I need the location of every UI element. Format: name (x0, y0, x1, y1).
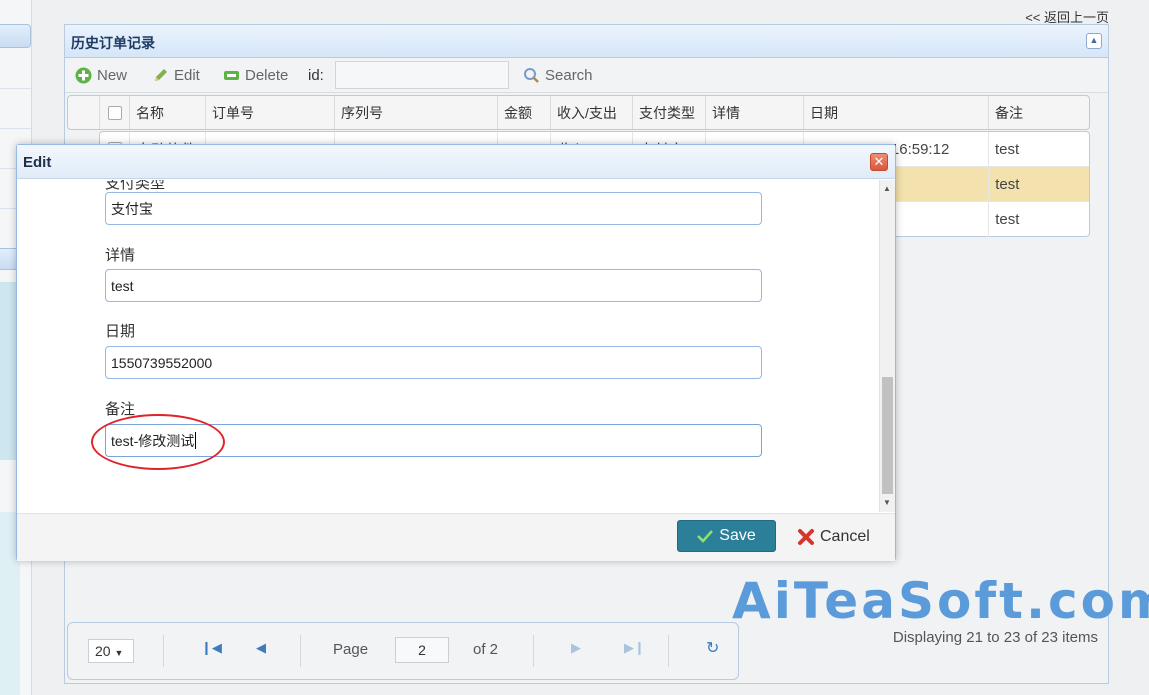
details-label: 详情 (105, 247, 136, 264)
col-header-remark[interactable]: 备注 (989, 96, 1089, 129)
last-page-icon[interactable]: ▶❙ (624, 640, 645, 656)
col-header-payment-type[interactable]: 支付类型 (633, 96, 706, 129)
first-page-icon[interactable]: ❙◀ (201, 640, 222, 656)
page-size-value: 20 (95, 643, 111, 659)
dialog-scrollbar[interactable]: ▲ ▼ (879, 180, 895, 512)
left-sidebar-header (0, 24, 31, 48)
col-header-income-expense[interactable]: 收入/支出 (551, 96, 633, 129)
page-size-select[interactable]: 20 ▼ (88, 639, 134, 663)
check-icon (697, 530, 714, 543)
watermark-logo: AiTeaSoft.com (732, 572, 1149, 630)
dialog-header: Edit ✕ (17, 145, 895, 179)
select-all-checkbox[interactable] (100, 96, 130, 129)
annotation-circle (91, 414, 225, 470)
new-label: New (97, 67, 128, 84)
collapse-button[interactable]: ▲ (1086, 33, 1102, 49)
dialog-footer: Save Cancel (17, 513, 895, 561)
toolbar: New Edit Delete id: Search (65, 59, 1108, 93)
id-label: id: (308, 67, 324, 84)
pencil-icon (155, 69, 167, 81)
save-button[interactable]: Save (677, 520, 776, 552)
pagination-bar: 20 ▼ ❙◀ ◀ Page 2 of 2 ▶ ▶❙ ↻ (67, 622, 739, 680)
date-label: 日期 (105, 323, 136, 340)
new-button[interactable]: New (75, 67, 127, 84)
page-label: Page (333, 641, 369, 658)
left-sidebar-divider (0, 88, 31, 89)
date-input[interactable]: 1550739552000 (105, 346, 762, 379)
next-page-icon[interactable]: ▶ (571, 640, 581, 656)
cross-icon (798, 529, 814, 545)
search-button[interactable]: Search (523, 67, 593, 84)
chevron-down-icon: ▼ (114, 648, 124, 658)
plus-circle-icon (75, 67, 92, 84)
col-header-serial-no[interactable]: 序列号 (335, 96, 498, 129)
date-value: 1550739552000 (111, 354, 213, 371)
cancel-button[interactable]: Cancel (797, 524, 870, 550)
id-input[interactable] (335, 61, 509, 89)
dialog-title: Edit (23, 154, 52, 171)
scrollbar-thumb[interactable] (882, 377, 893, 494)
delete-button[interactable]: Delete (223, 67, 288, 84)
panel-header: 历史订单记录 ▲ (65, 25, 1108, 58)
pager-divider (300, 635, 301, 667)
cell-remark: test (995, 175, 1020, 193)
close-icon[interactable]: ✕ (870, 153, 888, 171)
payment-type-value: 支付宝 (111, 200, 153, 217)
scroll-down-icon[interactable]: ▼ (883, 498, 891, 507)
grid-header: 名称 订单号 序列号 金额 收入/支出 支付类型 详情 日期 备注 (67, 95, 1090, 130)
pager-divider (163, 635, 164, 667)
edit-dialog: Edit ✕ 支付类型 支付宝 详情 test 日期 1550739552000… (16, 144, 896, 561)
details-input[interactable]: test (105, 269, 762, 302)
page-total-label: of 2 (473, 641, 499, 658)
search-icon (524, 68, 539, 83)
cell-remark: test (995, 140, 1020, 158)
payment-type-input[interactable]: 支付宝 (105, 192, 762, 225)
search-label: Search (545, 67, 593, 84)
panel-title: 历史订单记录 (71, 35, 155, 51)
dialog-body: 支付类型 支付宝 详情 test 日期 1550739552000 备注 tes… (17, 180, 879, 512)
left-sidebar-divider (0, 128, 31, 129)
minus-icon (224, 71, 239, 80)
save-label: Save (719, 527, 756, 544)
details-value: test (111, 277, 134, 294)
page-number-input[interactable]: 2 (395, 637, 449, 663)
pager-divider (668, 635, 669, 667)
cancel-label: Cancel (820, 528, 870, 545)
col-header-amount[interactable]: 金额 (498, 96, 551, 129)
refresh-icon[interactable]: ↻ (706, 638, 719, 658)
edit-button[interactable]: Edit (152, 67, 200, 84)
delete-label: Delete (245, 67, 289, 84)
row-number-header (68, 96, 100, 129)
edit-label: Edit (174, 67, 200, 84)
col-header-details[interactable]: 详情 (706, 96, 804, 129)
prev-page-icon[interactable]: ◀ (256, 640, 266, 656)
displaying-info: Displaying 21 to 23 of 23 items (892, 629, 1098, 646)
cell-remark: test (995, 211, 1020, 228)
pager-divider (533, 635, 534, 667)
checkbox[interactable] (107, 105, 122, 120)
col-header-date[interactable]: 日期 (804, 96, 989, 129)
col-header-name[interactable]: 名称 (130, 96, 206, 129)
scroll-up-icon[interactable]: ▲ (883, 184, 891, 193)
col-header-order-no[interactable]: 订单号 (206, 96, 335, 129)
